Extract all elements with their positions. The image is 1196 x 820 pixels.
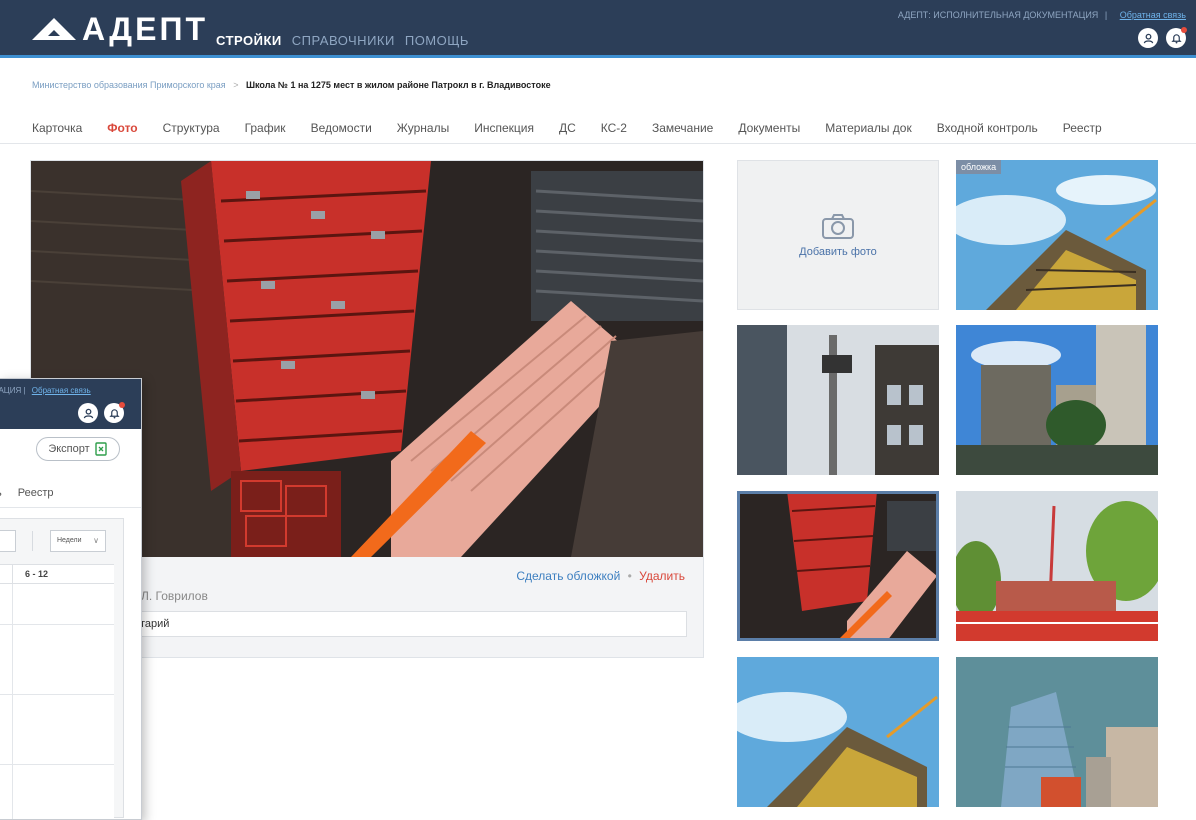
chevron-down-icon: ∨	[93, 536, 99, 545]
overlay-window: ОКУМЕНТАЦИЯ | Обратная связь Экспорт ь Р…	[0, 378, 142, 820]
overlay-subtitle: ОКУМЕНТАЦИЯ	[0, 386, 22, 395]
overlay-tabs-divider	[0, 507, 141, 508]
app-logo[interactable]: АДЕПТ	[32, 11, 208, 47]
divider: |	[1104, 10, 1108, 20]
user-icon[interactable]	[1138, 28, 1158, 48]
tab-zamechanie[interactable]: Замечание	[652, 121, 713, 135]
tab-ds[interactable]: ДС	[559, 121, 576, 135]
tab-struktura[interactable]: Структура	[163, 121, 220, 135]
user-icon[interactable]	[78, 403, 98, 423]
grid-line	[0, 764, 114, 765]
camera-icon	[822, 214, 854, 239]
overlay-tabs: ь Реестр	[0, 487, 53, 499]
divider	[32, 531, 33, 551]
add-photo-label: Добавить фото	[799, 246, 877, 258]
photo-thumbnail-selected[interactable]	[737, 491, 939, 641]
grid-line	[0, 694, 114, 695]
logo-text: АДЕПТ	[82, 11, 208, 47]
tab-foto[interactable]: Фото	[107, 121, 137, 135]
tab-dokumenty[interactable]: Документы	[738, 121, 800, 135]
breadcrumb: Министерство образования Приморского кра…	[32, 80, 551, 90]
notification-dot	[1181, 27, 1187, 33]
schedule-table-header: 6 - 12	[0, 564, 114, 584]
app-subtitle-bar: АДЕПТ: ИСПОЛНИТЕЛЬНАЯ ДОКУМЕНТАЦИЯ | Обр…	[898, 10, 1186, 20]
breadcrumb-separator: >	[233, 80, 239, 90]
schedule-grid	[0, 584, 114, 819]
feedback-link[interactable]: Обратная связь	[1120, 10, 1186, 20]
tab-vedomosti[interactable]: Ведомости	[311, 121, 372, 135]
nav-item-pomosh[interactable]: ПОМОЩЬ	[405, 33, 469, 48]
tab-grafik[interactable]: График	[245, 121, 286, 135]
period-select-value: Недели	[57, 537, 82, 544]
photo-actions: Сделать обложкой • Удалить	[516, 569, 685, 583]
cover-badge: обложка	[956, 160, 1002, 174]
photo-author: Л. Говрилов	[141, 589, 208, 603]
column-divider	[12, 565, 13, 584]
photo-thumbnail[interactable]	[737, 325, 939, 475]
comment-text: тарий	[140, 618, 170, 630]
bell-icon[interactable]	[1166, 27, 1187, 48]
comment-input[interactable]: тарий	[139, 611, 687, 637]
excel-icon	[94, 442, 107, 456]
bell-icon[interactable]	[104, 402, 125, 423]
app-subtitle: АДЕПТ: ИСПОЛНИТЕЛЬНАЯ ДОКУМЕНТАЦИЯ	[897, 10, 1099, 20]
tab-ks2[interactable]: КС-2	[601, 121, 627, 135]
grid-line	[12, 584, 13, 819]
export-button[interactable]: Экспорт	[36, 437, 120, 461]
action-separator: •	[627, 569, 632, 583]
tab-materialy-dok[interactable]: Материалы док	[825, 121, 912, 135]
overlay-header: ОКУМЕНТАЦИЯ | Обратная связь	[0, 379, 141, 429]
overlay-schedule-panel: Недели ∨ 6 - 12	[0, 518, 124, 819]
export-label: Экспорт	[48, 443, 90, 455]
breadcrumb-current: Школа № 1 на 1275 мест в жилом районе Па…	[245, 80, 551, 90]
delete-link[interactable]: Удалить	[639, 569, 685, 583]
grid-line	[0, 624, 114, 625]
tab-vhodnoy-kontrol[interactable]: Входной контроль	[937, 121, 1038, 135]
logo-triangle-icon	[32, 18, 76, 40]
main-navigation: СТРОЙКИ СПРАВОЧНИКИ ПОМОЩЬ	[216, 33, 469, 48]
tab-zhurnaly[interactable]: Журналы	[397, 121, 449, 135]
photo-thumbnail[interactable]	[956, 325, 1158, 475]
tab-kartochka[interactable]: Карточка	[32, 121, 82, 135]
tab-reestr[interactable]: Реестр	[1063, 121, 1102, 135]
photo-thumbnail[interactable]	[956, 491, 1158, 641]
project-tabs: Карточка Фото Структура График Ведомости…	[32, 121, 1102, 135]
divider: |	[23, 386, 28, 395]
photo-thumbnail[interactable]	[956, 657, 1158, 807]
nav-item-stroyki[interactable]: СТРОЙКИ	[216, 33, 282, 48]
tabs-divider	[0, 143, 1196, 144]
add-photo-tile[interactable]: Добавить фото	[737, 160, 939, 310]
make-cover-link[interactable]: Сделать обложкой	[516, 569, 620, 583]
tab-inspekciya[interactable]: Инспекция	[474, 121, 534, 135]
notification-dot	[119, 402, 125, 408]
overlay-tab-partial[interactable]: ь	[0, 487, 2, 499]
header-actions	[1138, 27, 1187, 48]
top-header: АДЕПТ СТРОЙКИ СПРАВОЧНИКИ ПОМОЩЬ АДЕПТ: …	[0, 0, 1196, 58]
photo-thumbnail[interactable]	[737, 657, 939, 807]
overlay-header-text: ОКУМЕНТАЦИЯ | Обратная связь	[0, 386, 91, 395]
nav-item-spravochniki[interactable]: СПРАВОЧНИКИ	[292, 33, 395, 48]
overlay-feedback-link[interactable]: Обратная связь	[32, 386, 91, 395]
period-select[interactable]: Недели ∨	[50, 530, 106, 552]
week-column-header: 6 - 12	[25, 569, 49, 579]
overlay-header-actions	[78, 402, 125, 423]
breadcrumb-parent[interactable]: Министерство образования Приморского кра…	[32, 80, 226, 90]
date-input[interactable]	[0, 530, 16, 552]
photo-thumbnail[interactable]: обложка	[956, 160, 1158, 310]
overlay-tab-reestr[interactable]: Реестр	[18, 487, 54, 499]
